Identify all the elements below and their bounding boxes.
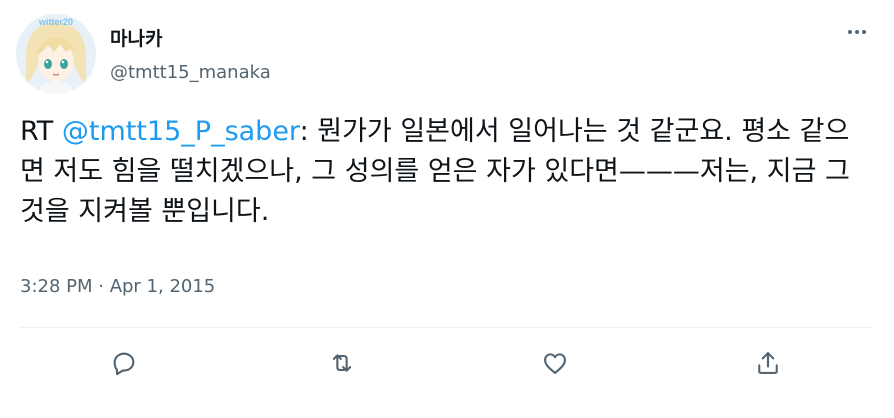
more-dot [855,30,859,34]
share-icon [758,352,778,374]
avatar-badge-text: witter20 [38,17,73,27]
more-options-button[interactable] [842,22,872,42]
reply-icon [113,352,135,376]
tweet-prefix: RT [20,116,62,147]
user-handle[interactable]: @tmtt15_manaka [110,62,271,83]
share-button[interactable] [751,346,785,380]
action-bar [0,346,894,380]
mention-link[interactable]: @tmtt15_P_saber [62,116,300,147]
more-dot [848,30,852,34]
retweet-button[interactable] [325,346,359,380]
tweet-timestamp[interactable]: 3:28 PM · Apr 1, 2015 [20,276,215,297]
heart-icon [544,353,566,374]
divider [20,327,874,328]
tweet-text: RT @tmtt15_P_saber: 뭔가가 일본에서 일어나는 것 같군요.… [20,112,870,232]
display-name[interactable]: 마나카 [110,24,162,51]
reply-button[interactable] [107,346,141,380]
avatar-image: witter20 [16,14,96,94]
more-dot [862,30,866,34]
retweet-icon [332,354,352,372]
avatar[interactable]: witter20 [16,14,96,94]
like-button[interactable] [538,346,572,380]
